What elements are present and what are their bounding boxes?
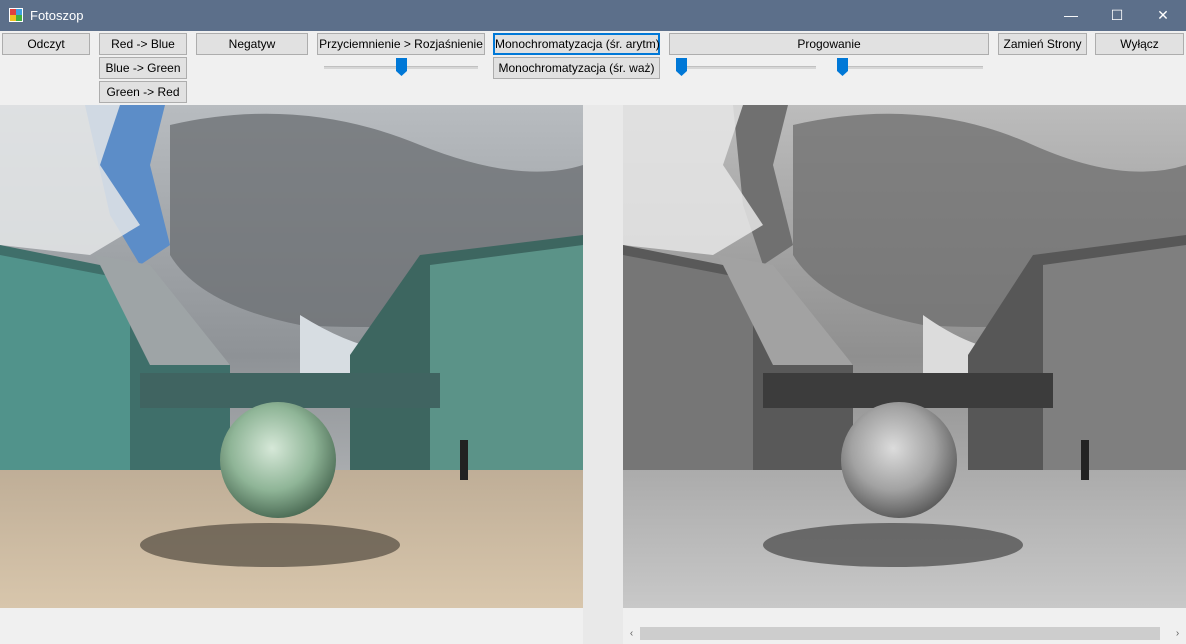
blue-to-green-button[interactable]: Blue -> Green bbox=[99, 57, 187, 79]
maximize-button[interactable]: ☐ bbox=[1094, 0, 1140, 31]
toolbar: Odczyt Red -> Blue Blue -> Green Green -… bbox=[0, 31, 1186, 105]
mono-arithmetic-button[interactable]: Monochromatyzacja (śr. arytm) bbox=[493, 33, 660, 55]
threshold-high-slider-thumb[interactable] bbox=[837, 58, 848, 76]
brightness-slider-thumb[interactable] bbox=[395, 58, 407, 76]
source-image bbox=[0, 105, 583, 608]
pane-divider bbox=[583, 105, 623, 644]
red-to-blue-button[interactable]: Red -> Blue bbox=[99, 33, 187, 55]
progowanie-button[interactable]: Progowanie bbox=[669, 33, 989, 55]
scroll-left-arrow-icon[interactable]: ‹ bbox=[623, 625, 640, 642]
threshold-high-slider-track[interactable] bbox=[837, 66, 983, 69]
threshold-low-slider-thumb[interactable] bbox=[676, 58, 687, 76]
wylacz-button[interactable]: Wyłącz bbox=[1095, 33, 1184, 55]
title-bar: Fotoszop — ☐ ✕ bbox=[0, 0, 1186, 31]
result-image bbox=[623, 105, 1186, 608]
negatyw-button[interactable]: Negatyw bbox=[196, 33, 308, 55]
close-button[interactable]: ✕ bbox=[1140, 0, 1186, 31]
horizontal-scrollbar[interactable]: ‹ › bbox=[623, 625, 1186, 642]
app-icon bbox=[9, 8, 23, 22]
mono-weighted-button[interactable]: Monochromatyzacja (śr. waż) bbox=[493, 57, 660, 79]
brightness-button[interactable]: Przyciemnienie > Rozjaśnienie bbox=[317, 33, 485, 55]
minimize-button[interactable]: — bbox=[1048, 0, 1094, 31]
green-to-red-button[interactable]: Green -> Red bbox=[99, 81, 187, 103]
scrollbar-thumb[interactable] bbox=[640, 627, 1160, 640]
threshold-low-slider-track[interactable] bbox=[676, 66, 816, 69]
window-title: Fotoszop bbox=[30, 8, 84, 23]
odczyt-button[interactable]: Odczyt bbox=[2, 33, 90, 55]
zamien-strony-button[interactable]: Zamień Strony bbox=[998, 33, 1087, 55]
scroll-right-arrow-icon[interactable]: › bbox=[1169, 625, 1186, 642]
